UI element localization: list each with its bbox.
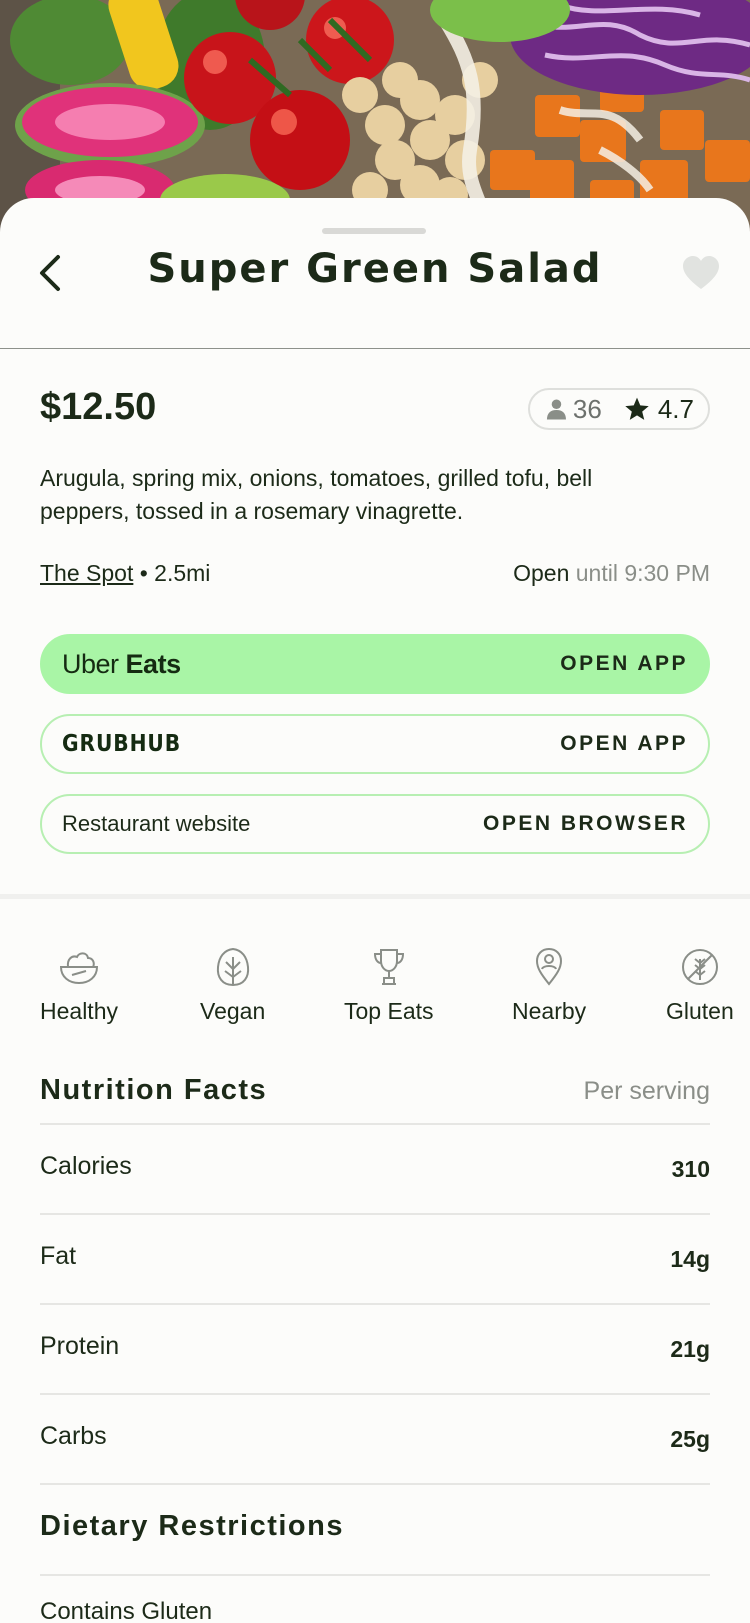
map-pin-icon — [512, 946, 586, 988]
heart-icon — [683, 256, 719, 289]
nutrition-label: Calories — [40, 1152, 132, 1180]
open-status: Open — [513, 560, 570, 586]
restaurant-website-button[interactable]: Restaurant website OPEN BROWSER — [40, 794, 710, 854]
nutrition-label: Fat — [40, 1242, 77, 1270]
trophy-icon — [344, 946, 434, 988]
location-row: The Spot • 2.5mi Open until 9:30 PM — [40, 560, 710, 592]
distance: • 2.5mi — [139, 560, 211, 586]
item-description: Arugula, spring mix, onions, tomatoes, g… — [40, 465, 593, 524]
uber-logo-word: Uber — [62, 648, 119, 679]
nutrition-value: 25g — [670, 1426, 710, 1452]
nutrition-value: 14g — [670, 1246, 710, 1272]
row-divider — [40, 1483, 710, 1485]
lettuce-icon — [200, 946, 265, 988]
open-hours: Open until 9:30 PM — [513, 560, 710, 587]
header-divider — [0, 348, 750, 349]
price: $12.50 — [40, 386, 157, 428]
uber-open-app-label: OPEN APP — [560, 652, 688, 675]
tag-label: Gluten — [666, 998, 734, 1024]
star-icon — [624, 396, 650, 422]
nutrition-label: Carbs — [40, 1422, 107, 1450]
eats-logo-word: Eats — [125, 648, 182, 679]
uber-eats-button[interactable]: Uber Eats OPEN APP — [40, 634, 710, 694]
tag-row: Healthy Vegan Top Eats Nearby Gluten — [0, 946, 750, 1026]
section-divider — [0, 894, 750, 899]
nutrition-header: Nutrition Facts Per serving — [40, 1074, 710, 1114]
grubhub-logo: GRUBHUB — [62, 731, 182, 757]
tag-label: Top Eats — [344, 998, 434, 1024]
tag-healthy[interactable]: Healthy — [40, 946, 118, 1025]
page-title: Super Green Salad — [147, 246, 603, 292]
row-divider — [40, 1213, 710, 1215]
restaurant-link[interactable]: The Spot — [40, 560, 133, 586]
row-divider — [40, 1393, 710, 1395]
rating-value: 4.7 — [657, 393, 694, 424]
tag-vegan[interactable]: Vegan — [200, 946, 265, 1025]
detail-sheet: Super Green Salad $12.50 36 4.7 Arugula,… — [0, 198, 750, 1623]
grubhub-button[interactable]: GRUBHUB OPEN APP — [40, 714, 710, 774]
nutrition-row: Carbs 25g — [40, 1422, 710, 1462]
dietary-item: Contains Gluten — [40, 1598, 213, 1623]
website-label: Restaurant website — [62, 811, 251, 836]
tag-label: Healthy — [40, 998, 118, 1024]
tag-label: Vegan — [200, 998, 266, 1024]
uber-eats-logo: Uber Eats — [62, 649, 181, 680]
tag-top-eats[interactable]: Top Eats — [344, 946, 434, 1025]
nutrition-subtitle: Per serving — [583, 1077, 710, 1105]
person-icon — [546, 399, 566, 420]
nutrition-label: Protein — [40, 1332, 120, 1360]
favorite-button[interactable] — [678, 250, 724, 296]
open-browser-label: OPEN BROWSER — [482, 812, 688, 835]
nutrition-value: 310 — [671, 1156, 710, 1182]
tag-gluten[interactable]: Gluten — [666, 946, 734, 1025]
stats-pill: 36 4.7 — [528, 388, 710, 430]
salad-bowl-icon — [40, 946, 118, 988]
nutrition-title: Nutrition Facts — [40, 1074, 268, 1106]
wheat-icon — [666, 946, 734, 988]
nutrition-value: 21g — [670, 1336, 710, 1362]
nutrition-row: Protein 21g — [40, 1332, 710, 1372]
sheet-grabber[interactable] — [322, 228, 426, 234]
dietary-title: Dietary Restrictions — [40, 1510, 344, 1542]
nav-bar: Super Green Salad — [0, 238, 750, 310]
grubhub-open-app-label: OPEN APP — [560, 732, 688, 755]
nutrition-row: Fat 14g — [40, 1242, 710, 1282]
tag-label: Nearby — [512, 998, 587, 1024]
tag-nearby[interactable]: Nearby — [512, 946, 586, 1025]
dietary-divider — [40, 1574, 710, 1576]
review-count: 36 — [572, 393, 602, 424]
nutrition-row: Calories 310 — [40, 1152, 710, 1192]
row-divider — [40, 1303, 710, 1305]
hours-until: until 9:30 PM — [575, 560, 710, 586]
nutrition-divider — [40, 1123, 710, 1125]
